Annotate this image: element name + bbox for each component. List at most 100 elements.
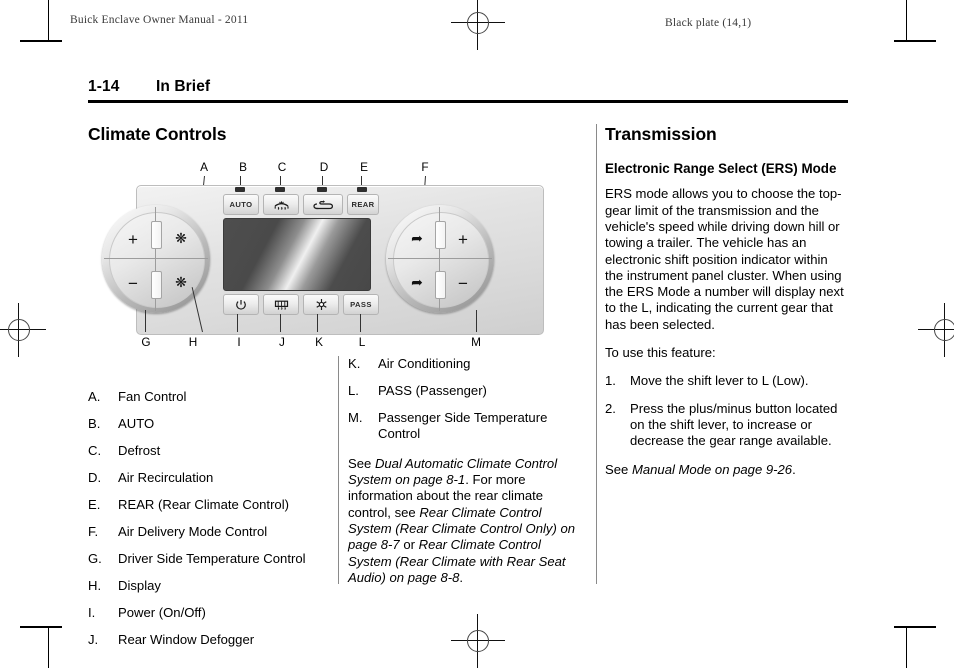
leader-l	[360, 314, 361, 332]
climate-cross-reference: See Dual Automatic Climate Control Syste…	[348, 456, 588, 586]
callout-e: E	[360, 160, 368, 174]
ers-steps-list: 1. Move the shift lever to L (Low). 2. Pre…	[605, 373, 848, 449]
rear-defogger-icon	[274, 300, 288, 310]
item-label: Air Delivery Mode Control	[118, 523, 268, 539]
left-column: Climate Controls A B C D E F + − ❋ ❋ + −…	[88, 124, 544, 659]
manual-mode-cross-reference: See Manual Mode on page 9-26.	[605, 462, 848, 478]
crop-mark-bottom-left-vertical	[48, 628, 49, 668]
item-label: Driver Side Temperature Control	[118, 550, 306, 566]
black-plate-label: Black plate (14,1)	[665, 17, 752, 29]
crop-mark-top-right-horizontal	[894, 40, 936, 42]
crop-mark-bottom-right-horizontal	[894, 626, 936, 628]
document-title: Buick Enclave Owner Manual - 2011	[70, 14, 249, 26]
rear-climate-button[interactable]: REAR	[347, 194, 379, 215]
rear-window-defogger-button[interactable]	[263, 294, 299, 315]
auto-button-label: AUTO	[229, 200, 253, 209]
item-key: K.	[348, 356, 361, 371]
dial-pip-bottom	[151, 271, 162, 299]
item-label: Defrost	[118, 442, 161, 458]
dial-crosshair-horizontal	[104, 258, 208, 259]
see-lead: See	[605, 461, 632, 477]
item-key: L.	[348, 382, 359, 398]
defrost-button[interactable]	[263, 194, 299, 215]
list-item: A. Fan Control	[88, 389, 340, 405]
registration-mark-top	[451, 0, 505, 50]
minus-icon: −	[458, 274, 468, 293]
item-key: C.	[88, 442, 102, 458]
power-icon	[236, 299, 246, 310]
ref-title: Manual Mode on page 9-26	[631, 461, 793, 477]
dial-pip-top	[151, 221, 162, 249]
fan-icon-high: ❋	[175, 230, 187, 246]
dial-pip-top	[435, 221, 446, 249]
see-lead: See	[348, 455, 375, 471]
list-item: B. AUTO	[88, 416, 340, 432]
callout-g: G	[141, 335, 151, 349]
item-label: PASS (Passenger)	[378, 382, 487, 398]
air-recirculation-button[interactable]	[303, 194, 343, 215]
item-label: Air Conditioning	[378, 356, 471, 371]
crop-mark-bottom-left-horizontal	[20, 626, 62, 628]
step-text: Move the shift lever to L (Low).	[630, 373, 809, 389]
passenger-temperature-dial[interactable]: + − ➦ ➦	[386, 205, 494, 313]
callout-l: L	[358, 335, 366, 349]
step-text: Press the plus/minus button located on t…	[630, 400, 838, 449]
callout-h: H	[188, 335, 198, 349]
middle-column: K. Air Conditioning L. PASS (Passenger) M.…	[348, 356, 588, 586]
list-item: G. Driver Side Temperature Control	[88, 551, 340, 567]
rear-button-label: REAR	[351, 200, 375, 209]
plus-icon: +	[458, 230, 468, 249]
callout-f: F	[421, 160, 429, 174]
crop-mark-top-right-vertical	[906, 0, 907, 40]
leader-k	[317, 314, 318, 332]
crop-mark-bottom-right-vertical	[906, 628, 907, 668]
item-key: H.	[88, 577, 102, 593]
leader-m	[476, 310, 477, 332]
item-key: G.	[88, 550, 102, 566]
item-label: REAR (Rear Climate Control)	[118, 496, 289, 512]
button-tab-recirc	[317, 187, 327, 192]
power-button[interactable]	[223, 294, 259, 315]
list-item: E. REAR (Rear Climate Control)	[88, 497, 340, 513]
climate-item-list-continued: K. Air Conditioning L. PASS (Passenger) M.…	[348, 356, 588, 442]
dial-pip-bottom	[435, 271, 446, 299]
ac-snowflake-icon	[315, 299, 327, 310]
item-key: E.	[88, 496, 101, 512]
pass-button[interactable]: PASS	[343, 294, 379, 315]
item-key: I.	[88, 604, 96, 620]
registration-mark-left	[0, 303, 46, 357]
item-label: AUTO	[118, 415, 155, 431]
right-column: Transmission Electronic Range Select (ER…	[605, 124, 848, 478]
crop-mark-top-left-horizontal	[20, 40, 62, 42]
climate-controls-title: Climate Controls	[88, 124, 227, 144]
item-key: M.	[348, 409, 363, 425]
item-label: Passenger Side Temperature Control	[378, 409, 548, 441]
list-item: I. Power (On/Off)	[88, 605, 340, 621]
item-key: B.	[88, 415, 101, 431]
list-item: D. Air Recirculation	[88, 470, 340, 486]
ref-plain-2: or	[399, 537, 419, 553]
item-key: J.	[88, 631, 99, 647]
callout-b: B	[239, 160, 247, 174]
ref-tail: .	[792, 461, 796, 477]
dial-crosshair-horizontal	[388, 258, 492, 259]
chapter-title: In Brief	[156, 78, 211, 95]
page-heading: 1-14 In Brief	[88, 78, 848, 103]
air-conditioning-button[interactable]	[303, 294, 339, 315]
leader-j	[280, 314, 281, 332]
column-divider-2	[596, 124, 597, 584]
step-number: 1.	[605, 373, 616, 389]
registration-mark-bottom	[451, 614, 505, 668]
climate-display-screen	[223, 218, 371, 291]
crop-mark-top-left-vertical	[48, 0, 49, 40]
callout-d: D	[319, 160, 329, 174]
pass-button-label: PASS	[350, 300, 372, 309]
list-item: C. Defrost	[88, 443, 340, 459]
list-item: M. Passenger Side Temperature Control	[348, 410, 588, 442]
auto-button[interactable]: AUTO	[223, 194, 259, 215]
windshield-defrost-icon	[274, 200, 289, 210]
plus-icon: +	[128, 230, 138, 249]
heading-rule	[88, 100, 848, 103]
leader-i	[237, 314, 238, 332]
item-label: Display	[118, 577, 161, 593]
